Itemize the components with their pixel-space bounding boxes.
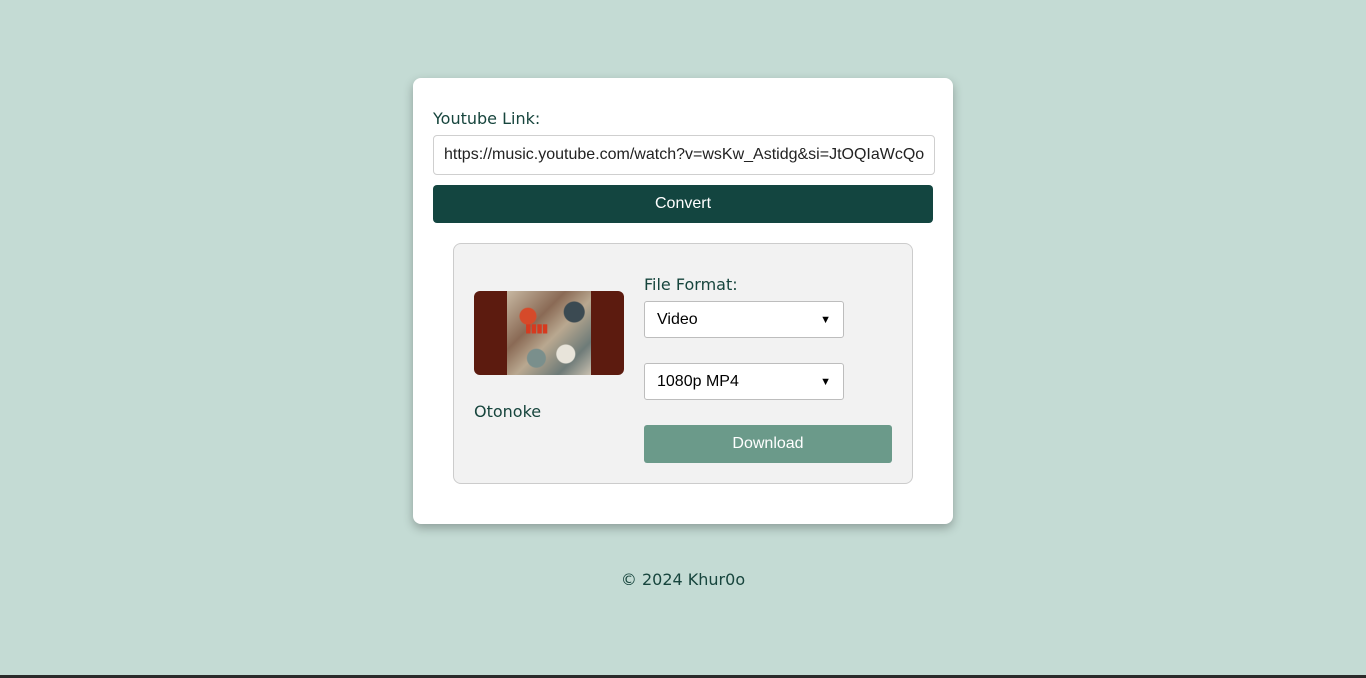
youtube-link-input[interactable] — [433, 135, 935, 175]
video-thumbnail: ▮▮▮▮ — [474, 291, 624, 375]
footer-copyright: © 2024 Khur0o — [620, 570, 746, 589]
result-panel: ▮▮▮▮ Otonoke File Format: Video ▼ 1080p … — [453, 243, 913, 484]
cover-artwork-text: ▮▮▮▮ — [525, 321, 548, 335]
quality-value: 1080p MP4 — [657, 372, 739, 390]
chevron-down-icon: ▼ — [820, 313, 831, 326]
youtube-link-label: Youtube Link: — [433, 109, 541, 128]
file-format-value: Video — [657, 310, 698, 328]
file-format-label: File Format: — [644, 275, 738, 294]
video-title: Otonoke — [474, 402, 542, 421]
download-button[interactable]: Download — [644, 425, 892, 463]
convert-button[interactable]: Convert — [433, 185, 933, 223]
converter-card: Youtube Link: Convert ▮▮▮▮ Otonoke File … — [413, 78, 953, 524]
chevron-down-icon: ▼ — [820, 375, 831, 388]
album-cover-image: ▮▮▮▮ — [507, 291, 591, 375]
quality-select[interactable]: 1080p MP4 ▼ — [644, 363, 844, 400]
file-format-select[interactable]: Video ▼ — [644, 301, 844, 338]
